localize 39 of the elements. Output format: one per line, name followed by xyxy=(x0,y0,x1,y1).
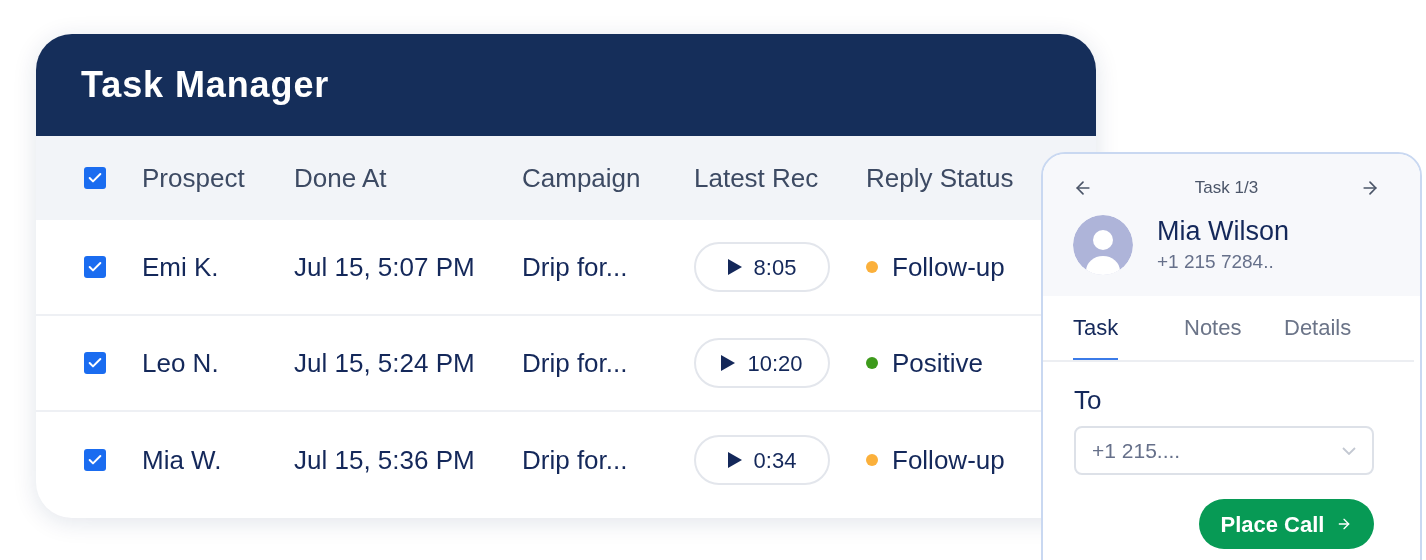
card-title: Task Manager xyxy=(81,63,330,107)
table-cell-text: Jul 15, 5:36 PM xyxy=(294,443,476,477)
contact-name: Mia Wilson xyxy=(1157,215,1290,248)
play-icon xyxy=(727,259,742,275)
task-counter: Task 1/3 xyxy=(1194,177,1259,200)
play-recording-button[interactable]: 8:05 xyxy=(694,242,830,292)
reply-status: Follow-up xyxy=(892,250,1005,284)
panel-tab[interactable]: Task xyxy=(1073,311,1184,360)
to-select[interactable]: +1 215.... xyxy=(1074,426,1374,475)
checkbox[interactable] xyxy=(84,352,106,374)
play-icon xyxy=(727,452,742,468)
contact-phone: +1 215 7284.. xyxy=(1157,250,1275,274)
place-call-button[interactable]: Place Call xyxy=(1199,499,1374,549)
avatar-icon xyxy=(1073,215,1133,276)
table-cell-text: Jul 15, 5:24 PM xyxy=(294,346,476,380)
table-cell-text: Mia W. xyxy=(142,443,223,477)
play-recording-button[interactable]: 0:34 xyxy=(694,435,830,485)
column-header: Campaign xyxy=(522,161,641,195)
reply-status: Positive xyxy=(892,346,984,380)
panel-tab[interactable]: Notes xyxy=(1184,311,1284,360)
column-header: Prospect xyxy=(142,161,245,195)
table-cell-text: Leo N. xyxy=(142,346,220,380)
table-cell-text: Drip for... xyxy=(522,443,629,477)
checkbox[interactable] xyxy=(84,167,106,189)
column-header: Latest Rec xyxy=(694,161,819,195)
play-icon xyxy=(721,355,736,371)
checkbox[interactable] xyxy=(84,256,106,278)
chevron-down-icon xyxy=(1342,446,1356,455)
play-recording-button[interactable]: 10:20 xyxy=(694,338,830,388)
column-header: Reply Status xyxy=(866,161,1014,195)
panel-tab[interactable]: Details xyxy=(1284,311,1352,360)
column-header: Done At xyxy=(294,161,387,195)
table-cell-text: Emi K. xyxy=(142,250,220,284)
to-label: To xyxy=(1074,384,1103,416)
table-cell-text: Drip for... xyxy=(522,346,629,380)
checkbox[interactable] xyxy=(84,449,106,471)
reply-status: Follow-up xyxy=(892,443,1005,477)
table-cell-text: Drip for... xyxy=(522,250,629,284)
table-cell-text: Jul 15, 5:07 PM xyxy=(294,250,476,284)
